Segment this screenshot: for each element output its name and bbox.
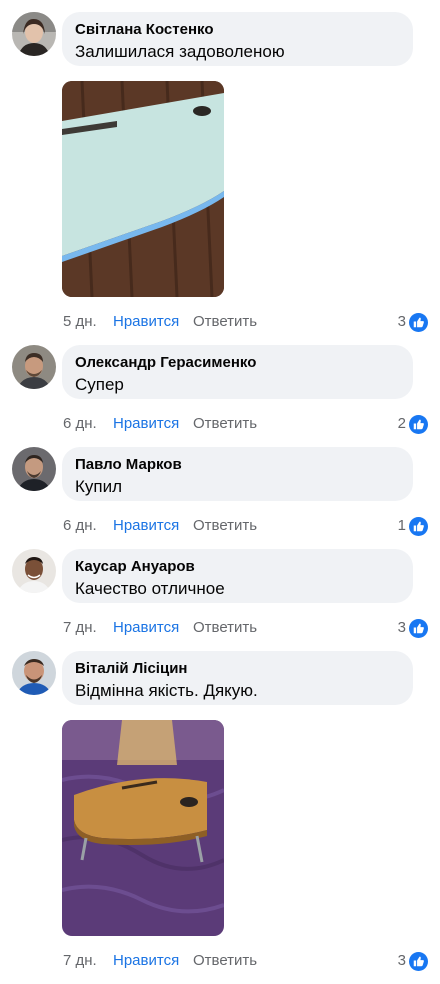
reaction-summary[interactable]: 3 bbox=[398, 951, 428, 971]
thumbs-up-icon bbox=[409, 414, 428, 434]
reaction-summary[interactable]: 3 bbox=[398, 312, 428, 332]
avatar[interactable] bbox=[12, 345, 56, 389]
reply-button[interactable]: Ответить bbox=[193, 516, 257, 536]
comment-meta: 6 дн. Нравится Ответить 2 bbox=[63, 414, 428, 434]
comment-time[interactable]: 6 дн. bbox=[63, 414, 97, 434]
like-button[interactable]: Нравится bbox=[113, 312, 179, 332]
like-button[interactable]: Нравится bbox=[113, 618, 179, 638]
reaction-summary[interactable]: 1 bbox=[398, 516, 428, 536]
comment-meta: 7 дн. Нравится Ответить 3 bbox=[63, 951, 428, 971]
avatar[interactable] bbox=[12, 447, 56, 491]
like-button[interactable]: Нравится bbox=[113, 516, 179, 536]
reaction-count: 1 bbox=[397, 517, 406, 534]
reply-button[interactable]: Ответить bbox=[193, 618, 257, 638]
comment-time[interactable]: 6 дн. bbox=[63, 516, 97, 536]
reaction-summary[interactable]: 3 bbox=[398, 618, 428, 638]
thumbs-up-icon bbox=[409, 312, 428, 332]
comment-text: Купил bbox=[75, 477, 123, 496]
reply-button[interactable]: Ответить bbox=[193, 414, 257, 434]
comment-bubble: Олександр Герасименко Супер bbox=[62, 345, 413, 399]
comment-author[interactable]: Олександр Герасименко bbox=[75, 353, 401, 372]
avatar[interactable] bbox=[12, 651, 56, 695]
comment-meta: 7 дн. Нравится Ответить 3 bbox=[63, 618, 428, 638]
reply-button[interactable]: Ответить bbox=[193, 951, 257, 971]
avatar[interactable] bbox=[12, 549, 56, 593]
comment-time[interactable]: 5 дн. bbox=[63, 312, 97, 332]
reaction-count: 2 bbox=[397, 415, 406, 432]
comment-author[interactable]: Павло Марков bbox=[75, 455, 401, 474]
comment-time[interactable]: 7 дн. bbox=[63, 951, 97, 971]
comment-meta: 6 дн. Нравится Ответить 1 bbox=[63, 516, 428, 536]
thumbs-up-icon bbox=[409, 516, 428, 536]
comment-meta: 5 дн. Нравится Ответить 3 bbox=[63, 312, 428, 332]
comment-author[interactable]: Каусар Ануаров bbox=[75, 557, 401, 576]
like-button[interactable]: Нравится bbox=[113, 951, 179, 971]
like-button[interactable]: Нравится bbox=[113, 414, 179, 434]
photo-wood-desk-on-bed bbox=[62, 720, 224, 936]
avatar[interactable] bbox=[12, 12, 56, 56]
reaction-summary[interactable]: 2 bbox=[398, 414, 428, 434]
comment-time[interactable]: 7 дн. bbox=[63, 618, 97, 638]
reaction-count: 3 bbox=[397, 313, 406, 330]
reaction-count: 3 bbox=[397, 619, 406, 636]
comment-text: Качество отличное bbox=[75, 579, 225, 598]
comment-bubble: Каусар Ануаров Качество отличное bbox=[62, 549, 413, 603]
comment-author[interactable]: Віталій Лісіцин bbox=[75, 659, 401, 678]
comment-text: Супер bbox=[75, 375, 124, 394]
comment-photo[interactable] bbox=[62, 720, 224, 936]
comment-bubble: Павло Марков Купил bbox=[62, 447, 413, 501]
reply-button[interactable]: Ответить bbox=[193, 312, 257, 332]
comment-author[interactable]: Світлана Костенко bbox=[75, 20, 401, 39]
reaction-count: 3 bbox=[397, 952, 406, 969]
comment-text: Відмінна якість. Дякую. bbox=[75, 681, 258, 700]
comment-bubble: Віталій Лісіцин Відмінна якість. Дякую. bbox=[62, 651, 413, 705]
comment-bubble: Світлана Костенко Залишилася задоволеною bbox=[62, 12, 413, 66]
thumbs-up-icon bbox=[409, 951, 428, 971]
comment-photo[interactable] bbox=[62, 81, 224, 297]
comment-text: Залишилася задоволеною bbox=[75, 42, 285, 61]
thumbs-up-icon bbox=[409, 618, 428, 638]
photo-white-desk bbox=[62, 81, 224, 297]
